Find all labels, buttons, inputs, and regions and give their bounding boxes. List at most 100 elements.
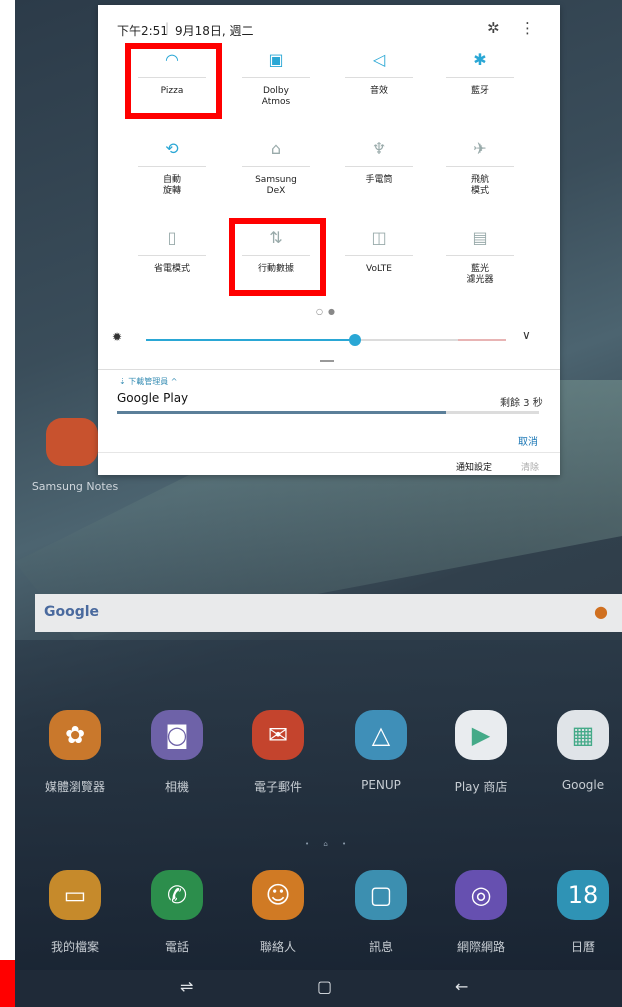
status-separator: | [165, 21, 170, 35]
app-label: 電子郵件 [253, 780, 302, 794]
expand-chevron-icon[interactable]: ∨ [522, 328, 531, 342]
app-2[interactable]: ✉ 電子郵件 [228, 710, 328, 795]
tile-divider [242, 166, 310, 167]
brightness-icon: ✹ [112, 330, 123, 344]
panel-drag-handle[interactable] [320, 360, 334, 362]
settings-gear-icon[interactable]: ✲ [487, 19, 500, 37]
app-5[interactable]: ▦ Google [533, 710, 622, 792]
qs-tile-label: 自動 旋轉 [162, 175, 181, 196]
qs-tile-sound[interactable]: ◁ 音效 [339, 49, 419, 97]
screen: Samsung Notes Google ● ✿ 媒體瀏覽器 ◙ 相機 ✉ 電子郵件 △ PE… [15, 0, 622, 1007]
app-1[interactable]: ✆ 電話 [127, 870, 227, 955]
tile-divider [446, 166, 514, 167]
app-icon: ◎ [455, 870, 507, 920]
app-icon: ▢ [355, 870, 407, 920]
app-icon: ▦ [557, 710, 609, 760]
tile-divider [345, 166, 413, 167]
tile-divider [446, 255, 514, 256]
status-date: 9月18日, 週二 [175, 24, 254, 38]
back-button[interactable]: ← [455, 977, 468, 996]
app-5[interactable]: 18 日曆 [533, 870, 622, 955]
notification-panel: 下午2:51 | 9月18日, 週二 ✲ ⋮ ◠ Pizza ▣ Dolby Atmo… [98, 5, 560, 475]
app-label: PENUP [361, 778, 401, 792]
qs-tile-label: 藍牙 [470, 86, 489, 96]
tile-divider [345, 255, 413, 256]
app-icon: ▭ [49, 870, 101, 920]
qs-tile-label: Samsung DeX [255, 175, 297, 196]
volte-icon: ◫ [371, 228, 387, 247]
qs-tile-auto-rotate[interactable]: ⟲ 自動 旋轉 [132, 138, 212, 197]
app-1[interactable]: ◙ 相機 [127, 710, 227, 795]
app-icon: ☺ [252, 870, 304, 920]
flashlight-icon: ♆ [371, 139, 387, 158]
app-3[interactable]: ▢ 訊息 [331, 870, 431, 955]
samsung-notes-label: Samsung Notes [31, 480, 119, 493]
qs-tile-blue-light[interactable]: ▤ 藍光 濾光器 [440, 227, 520, 286]
samsung-notes-app-icon[interactable] [46, 418, 98, 466]
qs-tile-dolby[interactable]: ▣ Dolby Atmos [236, 49, 316, 108]
app-4[interactable]: ◎ 網際網路 [431, 870, 531, 955]
app-label: 日曆 [570, 940, 595, 954]
blue-light-icon: ▤ [472, 228, 488, 247]
page-indicator: • ⌂ • [305, 840, 353, 848]
qs-tile-label: 手電筒 [365, 175, 393, 185]
app-label: 網際網路 [456, 940, 505, 954]
notification-title[interactable]: Google Play [117, 391, 188, 405]
google-search-bar[interactable]: Google ● [35, 594, 622, 632]
recent-apps-button[interactable]: ⇌ [180, 977, 193, 996]
quick-settings-page-indicator: ○● [316, 307, 340, 316]
highlight-box-wifi [125, 43, 222, 119]
tile-divider [446, 77, 514, 78]
notification-settings-button[interactable]: 通知設定 [456, 460, 492, 473]
sound-icon: ◁ [372, 50, 386, 69]
app-label: Google [561, 778, 605, 792]
google-logo: Google [44, 604, 100, 620]
qs-tile-label: 飛航 模式 [470, 175, 489, 196]
app-label: 訊息 [368, 940, 393, 954]
tile-divider [345, 77, 413, 78]
qs-tile-label: 音效 [369, 86, 388, 96]
qs-tile-flashlight[interactable]: ♆ 手電筒 [339, 138, 419, 186]
highlight-box-mobile-data [229, 218, 326, 296]
app-0[interactable]: ▭ 我的檔案 [25, 870, 125, 955]
brightness-slider-fill [146, 339, 355, 341]
app-label: 媒體瀏覽器 [44, 780, 105, 794]
app-label: Play 商店 [454, 780, 508, 794]
mic-icon[interactable]: ● [594, 602, 608, 621]
tile-divider [138, 166, 206, 167]
app-4[interactable]: ▶ Play 商店 [431, 710, 531, 795]
app-2[interactable]: ☺ 聯絡人 [228, 870, 328, 955]
navigation-bar: ⇌ ▢ ← [15, 970, 622, 1007]
notification-remaining-time: 剩餘 3 秒 [500, 398, 543, 409]
dolby-icon: ▣ [268, 50, 284, 69]
brightness-slider-thumb[interactable] [349, 334, 361, 346]
qs-tile-dex[interactable]: ⌂ Samsung DeX [236, 138, 316, 197]
tile-divider [242, 77, 310, 78]
status-time: 下午2:51 [117, 24, 168, 38]
clear-button[interactable]: 清除 [521, 460, 539, 473]
dex-icon: ⌂ [270, 139, 282, 158]
app-label: 電話 [164, 940, 189, 954]
app-icon: ▶ [455, 710, 507, 760]
qs-tile-label: VoLTE [366, 264, 392, 274]
app-icon: ✆ [151, 870, 203, 920]
brightness-slider-high-zone [458, 339, 506, 341]
app-0[interactable]: ✿ 媒體瀏覽器 [25, 710, 125, 795]
app-icon: ✿ [49, 710, 101, 760]
app-icon: ◙ [151, 710, 203, 760]
qs-tile-volte[interactable]: ◫ VoLTE [339, 227, 419, 275]
bluetooth-icon: ✱ [473, 50, 487, 69]
qs-tile-power-saving[interactable]: ▯ 省電模式 [132, 227, 212, 275]
qs-tile-bluetooth[interactable]: ✱ 藍牙 [440, 49, 520, 97]
download-progress-fill [117, 411, 446, 414]
notification-app-name: ⇣ 下載管理員 ^ [119, 377, 178, 386]
qs-tile-label: 省電模式 [153, 264, 190, 274]
qs-tile-label: 藍光 濾光器 [466, 264, 494, 285]
cancel-button[interactable]: 取消 [518, 433, 538, 448]
home-button[interactable]: ▢ [317, 977, 332, 996]
qs-tile-airplane[interactable]: ✈ 飛航 模式 [440, 138, 520, 197]
more-options-icon[interactable]: ⋮ [520, 19, 535, 37]
tile-divider [138, 255, 206, 256]
app-3[interactable]: △ PENUP [331, 710, 431, 792]
app-icon: 18 [557, 870, 609, 920]
